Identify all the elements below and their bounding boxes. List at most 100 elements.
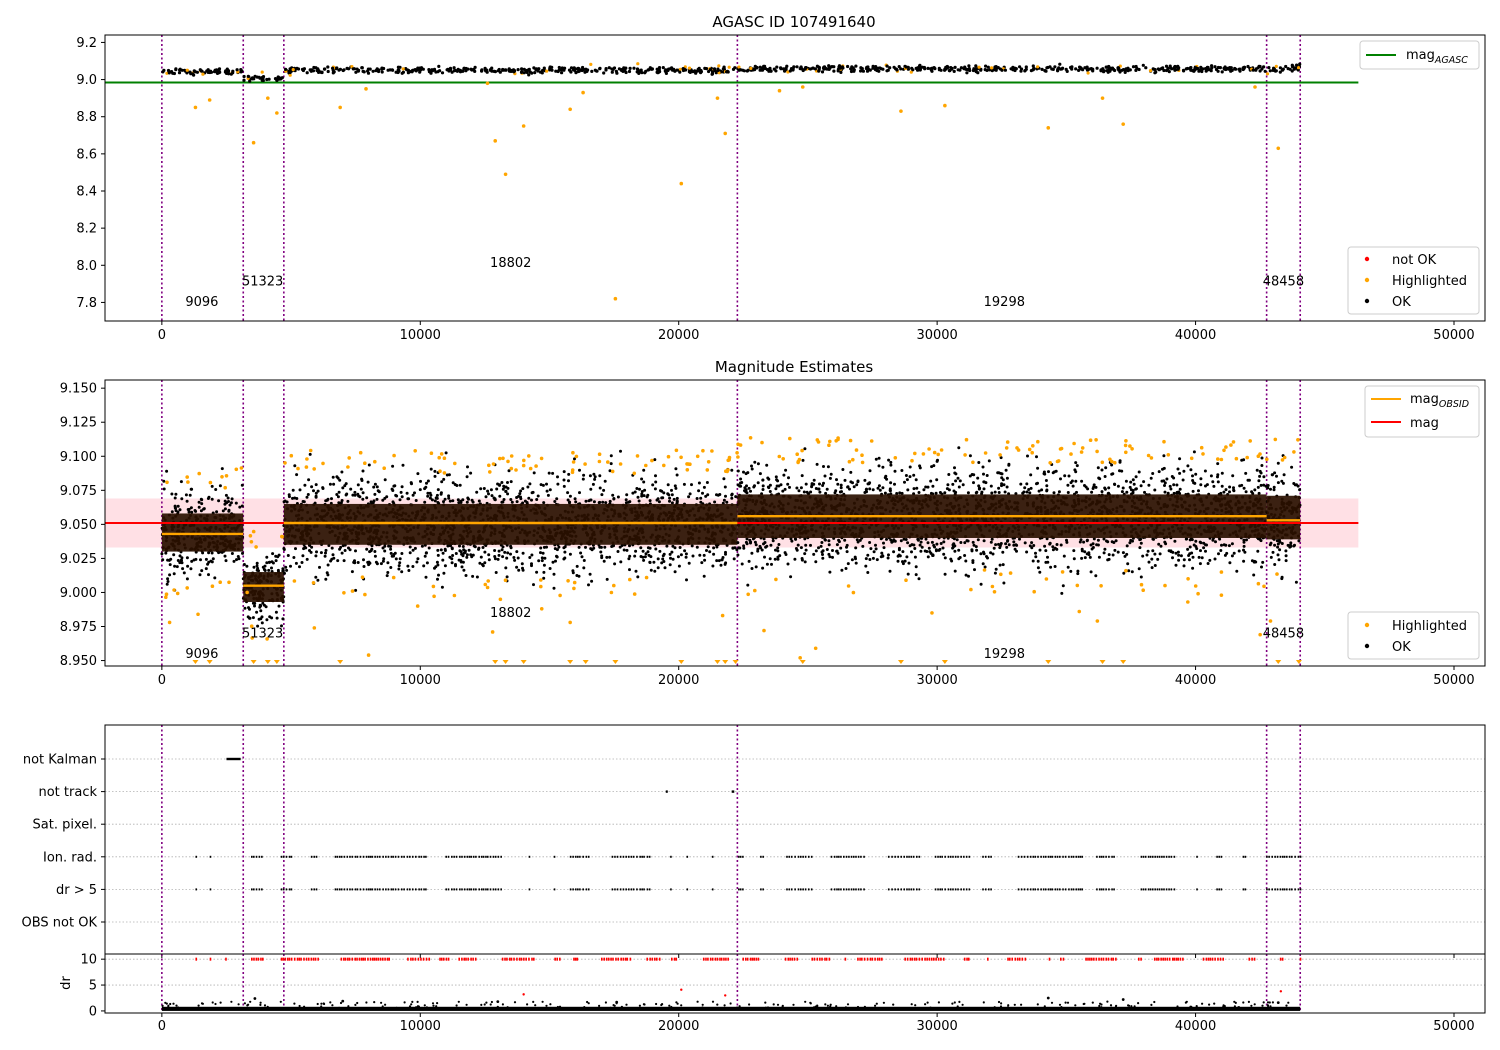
ok-point	[563, 550, 567, 554]
ok-point	[868, 487, 872, 491]
ok-point	[1191, 566, 1195, 570]
ok-point	[803, 447, 807, 451]
ok-point	[1194, 539, 1198, 543]
ok-point	[734, 495, 738, 499]
ok-point	[774, 475, 778, 479]
ok-point	[189, 506, 193, 510]
highlighted-point	[363, 461, 367, 466]
ok-point	[353, 561, 357, 565]
ok-point	[819, 544, 823, 548]
ok-point	[443, 564, 447, 568]
ok-point	[814, 549, 818, 553]
ok-point	[176, 504, 180, 508]
ok-point	[1142, 480, 1146, 484]
ok-point	[538, 70, 543, 74]
ok-point	[1131, 478, 1135, 482]
ok-point	[610, 70, 614, 74]
ok-point	[1268, 69, 1272, 73]
ok-point	[516, 68, 520, 72]
ok-point	[329, 559, 333, 563]
ok-point	[603, 545, 607, 549]
ok-point	[669, 556, 672, 560]
ok-point	[373, 550, 377, 553]
ok-point	[705, 549, 708, 552]
ok-point	[708, 550, 712, 554]
ok-point	[1160, 479, 1164, 483]
ok-point	[385, 574, 389, 578]
ok-point	[887, 553, 890, 557]
ok-point	[1176, 467, 1180, 471]
highlighted-point	[705, 468, 710, 472]
ok-point	[439, 492, 443, 496]
ok-point	[930, 66, 934, 70]
ok-point	[880, 551, 884, 555]
ok-point	[204, 567, 208, 571]
ok-point	[166, 580, 170, 583]
ok-point	[850, 65, 854, 69]
highlighted-point	[185, 475, 189, 479]
ok-point	[505, 575, 509, 579]
ok-point	[545, 482, 548, 486]
ok-point	[1089, 543, 1093, 547]
ok-point	[212, 70, 217, 74]
ok-point	[374, 69, 378, 73]
ok-point	[505, 556, 509, 560]
ok-point	[994, 567, 998, 571]
ok-point	[675, 499, 679, 503]
ok-point	[646, 68, 650, 72]
ok-point	[1003, 490, 1007, 494]
ok-point	[271, 552, 275, 556]
ok-point	[533, 71, 537, 75]
ok-point	[400, 485, 404, 489]
ok-point	[408, 545, 412, 549]
ok-point	[994, 543, 998, 547]
ok-point	[281, 617, 285, 621]
ok-point	[246, 615, 250, 619]
ok-point	[472, 68, 476, 72]
highlighted-point	[662, 463, 666, 468]
ok-point	[366, 69, 370, 73]
ok-point	[682, 482, 686, 486]
ok-point	[875, 558, 879, 562]
ok-point	[591, 482, 595, 486]
ok-point	[161, 558, 165, 562]
ok-point	[541, 483, 545, 487]
ok-point	[380, 66, 384, 70]
ok-point	[559, 68, 563, 72]
ok-point	[406, 564, 410, 568]
x-tick-label: 0	[158, 328, 166, 343]
ok-point	[1252, 573, 1256, 577]
ok-point	[611, 493, 615, 497]
ok-point	[913, 547, 917, 550]
ok-point	[481, 546, 485, 549]
ok-point	[723, 485, 727, 489]
highlighted-point	[674, 448, 679, 453]
ok-point	[1191, 489, 1195, 493]
ok-point	[161, 70, 165, 74]
ok-point	[627, 69, 632, 74]
ok-point	[652, 560, 656, 564]
ok-point	[658, 549, 662, 553]
ok-point	[500, 548, 504, 552]
ok-point	[331, 553, 335, 557]
obsid-label: 18802	[490, 256, 531, 271]
ok-point	[535, 570, 539, 574]
ok-point	[1245, 538, 1248, 542]
ok-point	[394, 557, 398, 561]
ok-point	[556, 69, 560, 74]
ok-point	[210, 560, 214, 564]
ok-point	[210, 484, 214, 488]
ok-point	[674, 467, 678, 471]
highlighted-point	[392, 453, 396, 458]
ok-point	[656, 566, 660, 570]
ok-point	[235, 68, 239, 72]
ok-point	[392, 554, 395, 558]
ok-point	[210, 497, 214, 501]
ok-point	[1100, 490, 1104, 494]
ok-point	[799, 65, 803, 69]
ok-point	[602, 559, 606, 563]
ok-point	[285, 568, 289, 572]
highlighted-point	[347, 456, 352, 460]
obsid-label: 19298	[984, 295, 1025, 310]
highlighted-point	[305, 457, 309, 461]
